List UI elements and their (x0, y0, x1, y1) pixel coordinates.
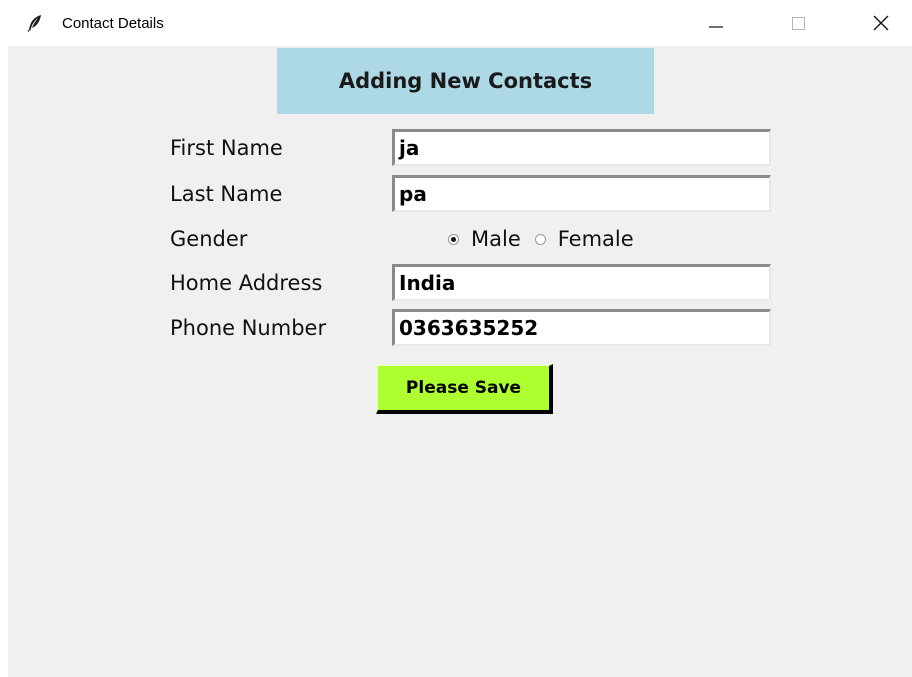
gender-male-label: Male (471, 227, 521, 251)
radio-checked-icon[interactable] (448, 233, 459, 245)
gender-label: Gender (170, 227, 248, 251)
close-icon (873, 15, 889, 31)
window-title: Contact Details (62, 15, 164, 32)
first-name-label: First Name (170, 136, 283, 160)
first-name-field[interactable]: ja (392, 129, 771, 166)
gender-male-option[interactable]: Male (448, 227, 521, 251)
save-button[interactable]: Please Save (376, 364, 553, 414)
gender-radio-group: Male Female (448, 225, 634, 253)
form-heading: Adding New Contacts (277, 48, 654, 114)
minimize-button[interactable] (693, 0, 739, 46)
app-window: Contact Details Adding New Contacts Firs… (0, 0, 912, 677)
home-address-field[interactable]: India (392, 264, 771, 301)
phone-number-field[interactable]: 0363635252 (392, 309, 771, 346)
form-area: Adding New Contacts First Name ja Last N… (8, 46, 912, 677)
feather-icon (27, 15, 41, 32)
close-button[interactable] (858, 0, 904, 46)
minimize-icon (709, 26, 723, 28)
last-name-label: Last Name (170, 182, 283, 206)
home-address-label: Home Address (170, 271, 323, 295)
gender-female-option[interactable]: Female (534, 227, 634, 251)
maximize-icon (792, 17, 805, 30)
title-bar[interactable]: Contact Details (0, 0, 912, 46)
maximize-button[interactable] (775, 0, 821, 46)
radio-unchecked-icon[interactable] (534, 233, 546, 245)
gender-female-label: Female (557, 227, 634, 251)
last-name-field[interactable]: pa (392, 175, 771, 212)
phone-number-label: Phone Number (170, 316, 327, 340)
